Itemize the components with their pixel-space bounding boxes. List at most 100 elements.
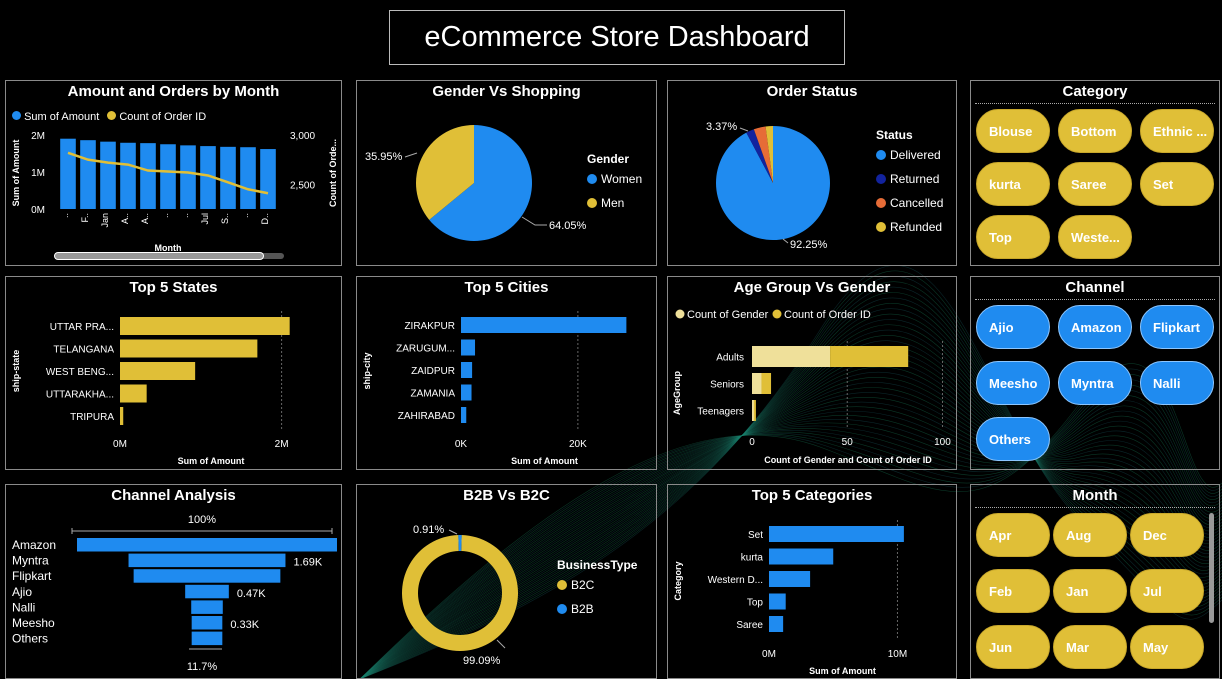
data-label: 99.09%	[463, 655, 501, 667]
bar	[769, 548, 834, 565]
bar	[120, 384, 147, 403]
month-option-jul[interactable]: Jul	[1130, 569, 1204, 613]
data-label: 35.95%	[365, 151, 403, 163]
channel-option-myntra[interactable]: Myntra	[1058, 361, 1132, 405]
bar-sum-of-amount	[160, 144, 176, 209]
channel-slicer[interactable]: Channel Ajio Amazon Flipkart Meesho Myntra Na…	[970, 276, 1220, 470]
panel-title: Top 5 Cities	[464, 279, 549, 296]
y-tick-label: ZAHIRABAD	[398, 411, 455, 422]
legend-title: Status	[876, 128, 913, 142]
x-tick-label: 0M	[762, 649, 776, 660]
amount-orders-by-month-panel[interactable]: Amount and Orders by Month Sum of Amount…	[5, 80, 342, 266]
category-option-kurta[interactable]: kurta	[976, 162, 1050, 206]
y-axis-title: ship-state	[11, 350, 21, 393]
y-tick-label: UTTARAKHA...	[46, 390, 114, 401]
bar-sum-of-amount	[180, 145, 196, 209]
channel-option-ajio[interactable]: Ajio	[976, 305, 1050, 349]
bar-count-of-order-id	[761, 373, 772, 394]
funnel-bar	[191, 616, 223, 630]
legend-label: B2B	[571, 602, 594, 616]
y-tick-label: Seniors	[710, 380, 744, 391]
top5-states-chart: 0M 2M UTTAR PRA... TELANGANA WEST BENG... UTT…	[11, 311, 290, 466]
x-axis-title: Sum of Amount	[809, 666, 876, 676]
y-tick-label: kurta	[741, 553, 764, 564]
bar	[769, 571, 811, 587]
y-tick-label: Teenagers	[697, 407, 744, 418]
y-tick-label: 2M	[31, 131, 45, 142]
b2b-donut-chart: 0.91% 99.09% BusinessType B2C B2B	[402, 524, 638, 667]
legend-marker	[587, 174, 597, 184]
month-option-jun[interactable]: Jun	[976, 625, 1050, 669]
legend-marker	[772, 309, 782, 319]
month-option-apr[interactable]: Apr	[976, 513, 1050, 557]
y-tick-label: Adults	[716, 353, 744, 364]
month-option-dec[interactable]: Dec	[1130, 513, 1204, 557]
legend-label: Refunded	[890, 220, 942, 234]
month-option-jan[interactable]: Jan	[1053, 569, 1127, 613]
top5-states-panel[interactable]: Top 5 States 0M 2M UTTAR PRA... TELANGANA WE…	[5, 276, 342, 470]
legend-label: Returned	[890, 172, 939, 186]
scrollbar[interactable]	[54, 252, 284, 260]
bar	[461, 339, 476, 356]
x-tick-label: 10M	[888, 649, 907, 660]
age-group-chart: Count of Gender Count of Order ID 0 50 100 Ad…	[672, 309, 951, 465]
category-slicer[interactable]: Category Blouse Bottom Ethnic ... kurta Sare…	[970, 80, 1220, 266]
y-right-tick-label: 2,500	[290, 180, 315, 191]
b2b-vs-b2c-panel[interactable]: B2B Vs B2C 0.91% 99.09% BusinessType B2C B2B	[356, 484, 657, 679]
month-option-feb[interactable]: Feb	[976, 569, 1050, 613]
channel-analysis-panel[interactable]: Channel Analysis 100% Amazon Myntra 1.69K Fl…	[5, 484, 342, 679]
y-axis-title: AgeGroup	[672, 370, 682, 415]
category-option-saree[interactable]: Saree	[1058, 162, 1132, 206]
month-option-aug[interactable]: Aug	[1053, 513, 1127, 557]
funnel-top-label: 100%	[188, 514, 216, 526]
y-tick-label: Western D...	[708, 575, 763, 586]
category-option-set[interactable]: Set	[1140, 162, 1214, 206]
category-option-bottom[interactable]: Bottom	[1058, 109, 1132, 153]
scrollbar-thumb[interactable]	[54, 252, 264, 260]
x-tick-label: Jan	[100, 213, 110, 228]
x-tick-label: 0	[749, 437, 755, 448]
y-tick-label: TELANGANA	[53, 345, 114, 356]
channel-option-meesho[interactable]: Meesho	[976, 361, 1050, 405]
category-option-top[interactable]: Top	[976, 215, 1050, 259]
bar-sum-of-amount	[220, 146, 236, 209]
channel-option-flipkart[interactable]: Flipkart	[1140, 305, 1214, 349]
channel-option-amazon[interactable]: Amazon	[1058, 305, 1132, 349]
legend-title: Gender	[587, 152, 629, 166]
top5-categories-panel[interactable]: Top 5 Categories 0M 10M Set kurta Western D.…	[667, 484, 957, 679]
funnel-data-label: 1.69K	[293, 557, 322, 569]
gender-vs-shopping-panel[interactable]: Gender Vs Shopping 64.05% 35.95% Gender Wom…	[356, 80, 657, 266]
funnel-bar	[77, 538, 337, 552]
legend-marker	[876, 150, 886, 160]
legend-label: B2C	[571, 578, 595, 592]
legend-label: Men	[601, 196, 624, 210]
order-status-panel[interactable]: Order Status 3.37% 92.25% Status Delivered R…	[667, 80, 957, 266]
gender-pie-chart: 64.05% 35.95% Gender Women Men	[365, 125, 642, 241]
month-option-may[interactable]: May	[1130, 625, 1204, 669]
category-option-ethnic[interactable]: Ethnic ...	[1140, 109, 1214, 153]
top5-cities-panel[interactable]: Top 5 Cities 0K 20K ZIRAKPUR ZARUGUM... ZAID…	[356, 276, 657, 470]
x-tick-label: ..	[240, 213, 250, 218]
month-option-mar[interactable]: Mar	[1053, 625, 1127, 669]
funnel-category-label: Ajio	[12, 585, 32, 599]
top5-cities-chart: 0K 20K ZIRAKPUR ZARUGUM... ZAIDPUR ZAMANIA ZAH…	[362, 311, 627, 466]
x-tick-label: 20K	[569, 439, 587, 450]
panel-title: Amount and Orders by Month	[67, 83, 280, 100]
data-label: 92.25%	[790, 239, 828, 251]
channel-option-nalli[interactable]: Nalli	[1140, 361, 1214, 405]
y-tick-label: 1M	[31, 168, 45, 179]
panel-title: Order Status	[766, 83, 858, 100]
slicer-divider	[975, 507, 1215, 508]
data-label: 64.05%	[549, 220, 587, 232]
age-group-vs-gender-panel[interactable]: Age Group Vs Gender Count of Gender Count…	[667, 276, 957, 470]
category-option-weste[interactable]: Weste...	[1058, 215, 1132, 259]
y-tick-label: Saree	[736, 620, 763, 631]
bar	[120, 339, 258, 358]
category-option-blouse[interactable]: Blouse	[976, 109, 1050, 153]
slicer-scrollbar[interactable]	[1209, 513, 1214, 623]
bar-count-of-gender	[752, 346, 831, 367]
x-tick-label: Jul	[200, 213, 210, 225]
channel-option-others[interactable]: Others	[976, 417, 1050, 461]
month-slicer[interactable]: Month Apr Aug Dec Feb Jan Jul Jun Mar May	[970, 484, 1220, 679]
bar	[769, 593, 786, 610]
